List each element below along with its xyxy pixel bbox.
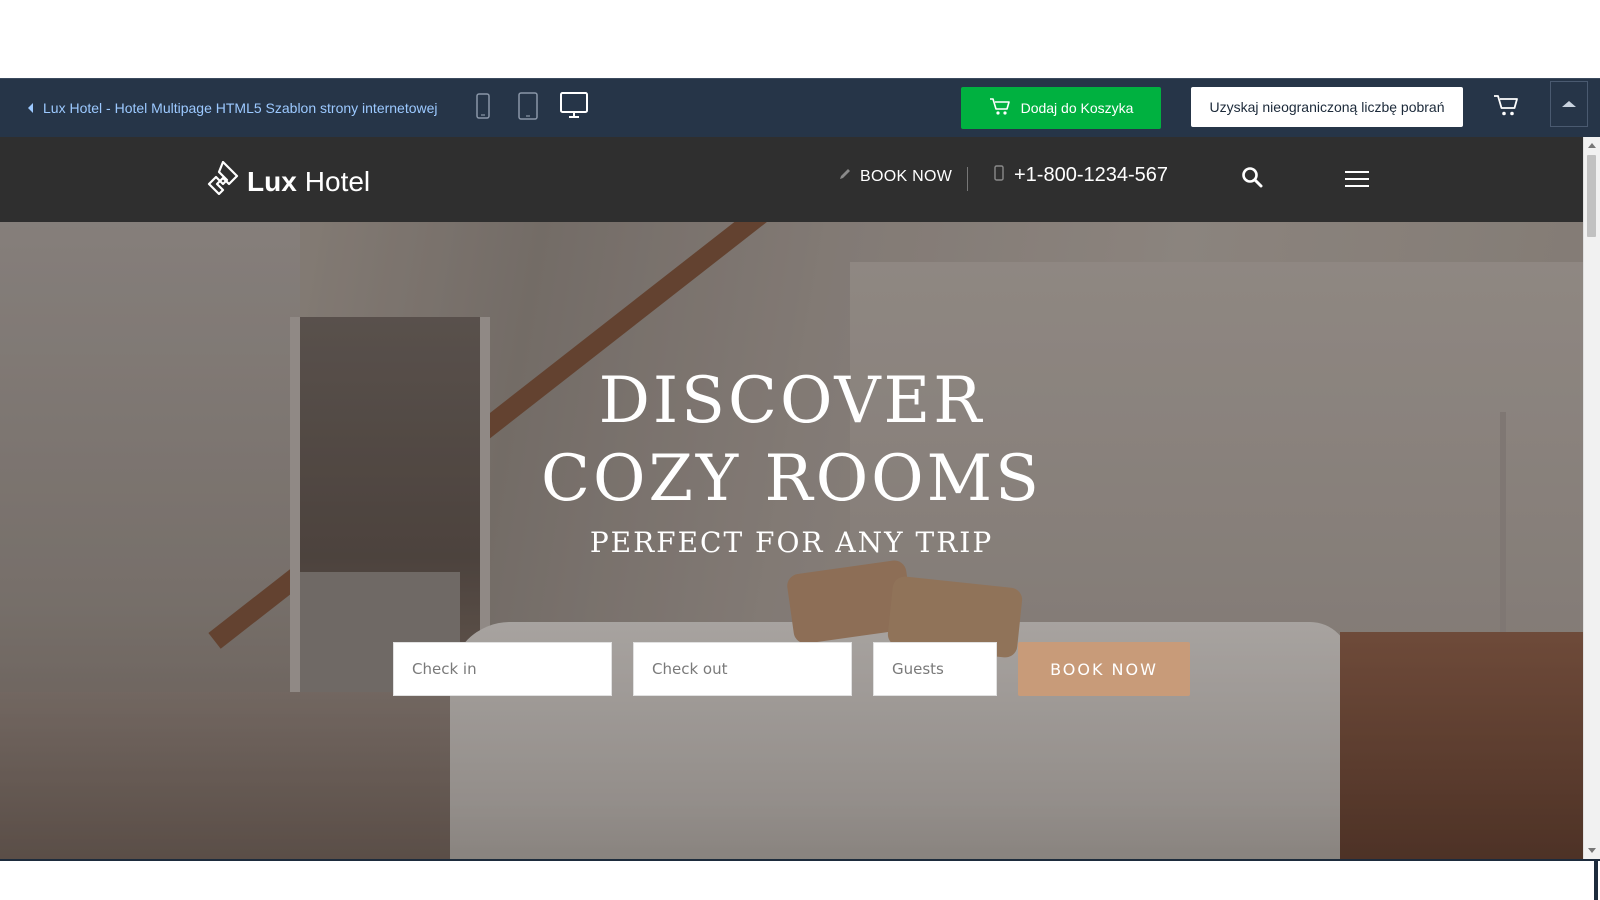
cart-icon bbox=[989, 97, 1011, 119]
diamond-logo-icon bbox=[207, 160, 239, 202]
check-in-field[interactable] bbox=[393, 642, 612, 696]
logo-text-bold: Lux bbox=[247, 165, 297, 197]
frame-corner-border bbox=[1594, 859, 1598, 900]
search-icon[interactable] bbox=[1241, 166, 1263, 193]
header-divider bbox=[967, 167, 968, 191]
vertical-scrollbar[interactable] bbox=[1583, 137, 1600, 859]
chevron-up-icon bbox=[1562, 101, 1576, 107]
site-logo[interactable]: Lux Hotel bbox=[207, 160, 371, 202]
site-header: Lux Hotel BOOK NOW +1-800-1234-567 bbox=[0, 137, 1583, 222]
shopping-cart-icon[interactable] bbox=[1493, 95, 1519, 122]
preview-toolbar: Lux Hotel - Hotel Multipage HTML5 Szablo… bbox=[0, 78, 1600, 137]
caret-left-icon bbox=[28, 103, 33, 113]
guests-field[interactable] bbox=[873, 642, 997, 696]
scroll-up-arrow-icon[interactable] bbox=[1588, 143, 1596, 148]
collapse-toolbar-button[interactable] bbox=[1550, 81, 1588, 127]
book-now-label: BOOK NOW bbox=[860, 167, 953, 185]
hamburger-menu-icon[interactable] bbox=[1345, 170, 1369, 193]
unlimited-downloads-button[interactable]: Uzyskaj nieograniczoną liczbę pobrań bbox=[1191, 87, 1463, 127]
book-now-button[interactable]: BOOK NOW bbox=[1018, 642, 1190, 696]
phone-preview-icon[interactable] bbox=[476, 93, 490, 119]
pencil-icon bbox=[838, 167, 852, 186]
phone-number: +1-800-1234-567 bbox=[1014, 164, 1169, 186]
hero-section: DISCOVER COZY ROOMS PERFECT FOR ANY TRIP… bbox=[0, 222, 1583, 859]
back-link-label: Lux Hotel - Hotel Multipage HTML5 Szablo… bbox=[43, 100, 438, 116]
logo-text-light: Hotel bbox=[304, 165, 371, 197]
add-to-cart-label: Dodaj do Koszyka bbox=[1020, 100, 1134, 116]
hero-title-line2: COZY ROOMS bbox=[541, 442, 1042, 516]
mobile-phone-icon bbox=[994, 164, 1004, 187]
desktop-preview-icon[interactable] bbox=[560, 91, 588, 119]
unlimited-downloads-label: Uzyskaj nieograniczoną liczbę pobrań bbox=[1209, 99, 1445, 115]
add-to-cart-button[interactable]: Dodaj do Koszyka bbox=[961, 87, 1161, 129]
back-to-product-link[interactable]: Lux Hotel - Hotel Multipage HTML5 Szablo… bbox=[28, 98, 438, 118]
hero-subtitle: PERFECT FOR ANY TRIP bbox=[589, 526, 994, 559]
scroll-thumb[interactable] bbox=[1587, 155, 1596, 237]
frame-bottom-border bbox=[0, 859, 1600, 861]
hero-title-line1: DISCOVER bbox=[598, 364, 985, 438]
scroll-down-arrow-icon[interactable] bbox=[1588, 848, 1596, 853]
header-phone-link[interactable]: +1-800-1234-567 bbox=[994, 164, 1168, 187]
check-out-field[interactable] bbox=[633, 642, 852, 696]
header-book-now-link[interactable]: BOOK NOW bbox=[838, 167, 952, 186]
hero-title: DISCOVER COZY ROOMS bbox=[0, 362, 1583, 518]
site-preview: Lux Hotel BOOK NOW +1-800-1234-567 DISCO… bbox=[0, 137, 1583, 859]
tablet-preview-icon[interactable] bbox=[518, 92, 538, 120]
